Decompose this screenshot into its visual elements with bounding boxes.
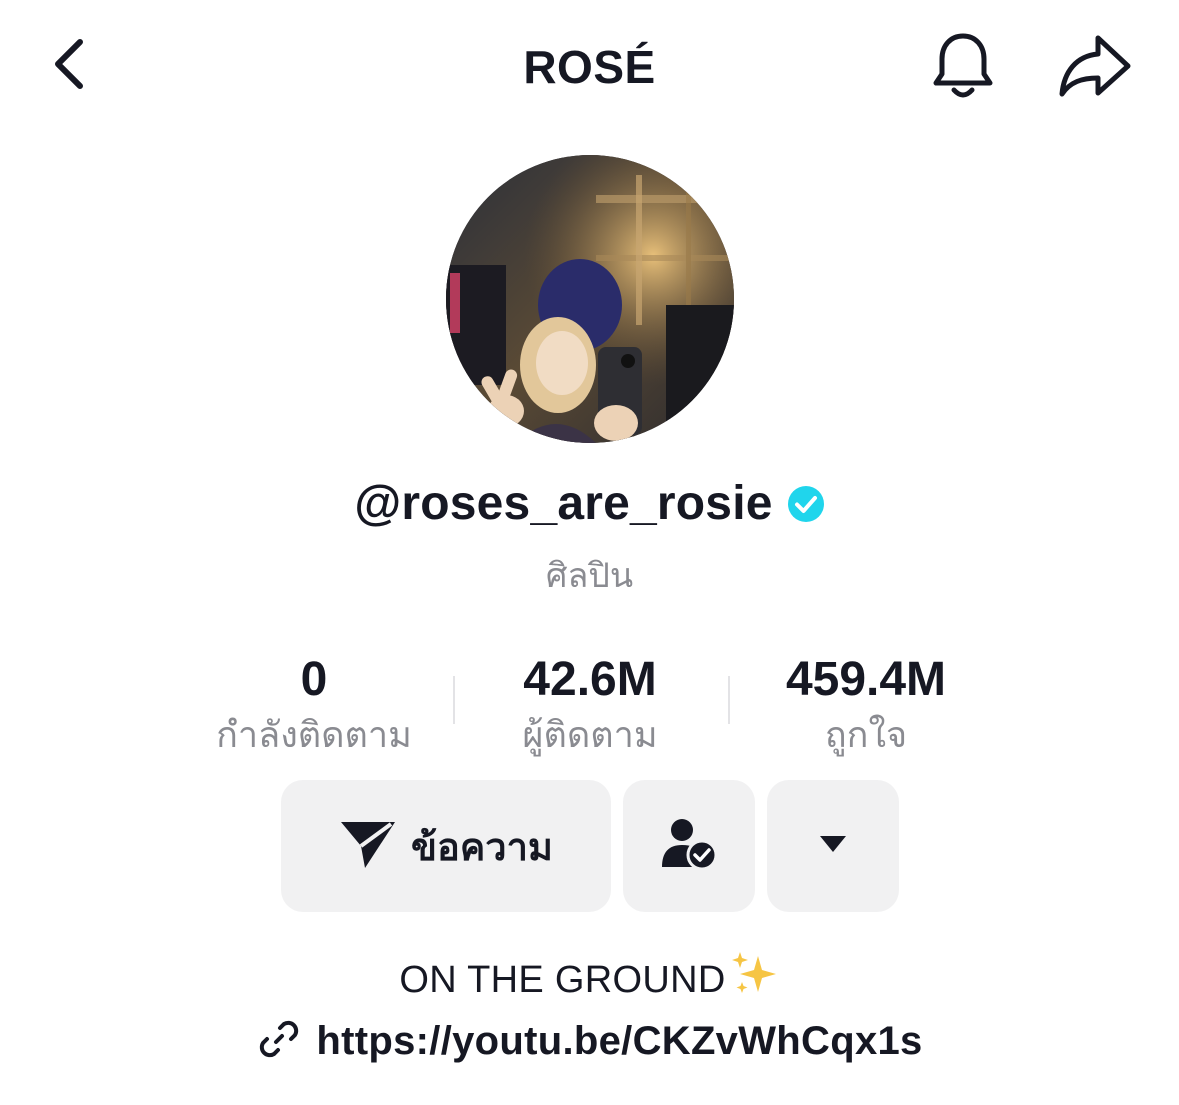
- back-button[interactable]: [36, 30, 100, 102]
- verified-badge-icon: [787, 485, 825, 523]
- likes-count: 459.4M: [785, 653, 947, 706]
- username: @roses_are_rosie: [354, 477, 773, 530]
- suggested-accounts-button[interactable]: [767, 780, 899, 912]
- avatar-photo: [446, 155, 734, 443]
- send-icon: [339, 818, 397, 875]
- message-button-label: ข้อความ: [411, 826, 553, 869]
- link-icon: [256, 1016, 302, 1067]
- following-label: กำลังติดตาม: [216, 714, 412, 755]
- bio-link-url: https://youtu.be/CKZvWhCqx1s: [316, 1019, 923, 1063]
- bio-link[interactable]: https://youtu.be/CKZvWhCqx1s: [0, 1016, 1179, 1067]
- stat-following[interactable]: 0 กำลังติดตาม: [204, 652, 424, 760]
- stat-likes[interactable]: 459.4M ถูกใจ: [752, 652, 980, 760]
- following-count: 0: [300, 653, 328, 706]
- message-button[interactable]: ข้อความ: [281, 780, 611, 912]
- profile-page: ROSÉ @roses_are_rosie ศิลปิน 0 กำลังติดต…: [0, 0, 1179, 1105]
- stat-followers[interactable]: 42.6M ผู้ติดตาม: [490, 652, 690, 760]
- profile-stats: 0 กำลังติดตาม 42.6M ผู้ติดตาม 459.4M ถูก…: [0, 652, 1179, 762]
- account-category: ศิลปิน: [545, 557, 634, 595]
- bio-text: ON THE GROUND: [0, 950, 1179, 1006]
- following-status-button[interactable]: [623, 780, 755, 912]
- stat-divider: [728, 676, 730, 724]
- followers-label: ผู้ติดตาม: [522, 714, 658, 755]
- caret-down-icon: [819, 835, 847, 858]
- bell-icon: [930, 30, 996, 107]
- share-icon: [1058, 32, 1132, 105]
- stat-divider: [453, 676, 455, 724]
- chevron-left-icon: [48, 36, 88, 97]
- likes-label: ถูกใจ: [824, 714, 908, 755]
- followers-count: 42.6M: [523, 653, 657, 706]
- share-button[interactable]: [1052, 28, 1138, 108]
- notifications-button[interactable]: [922, 28, 1004, 108]
- bio-line: ON THE GROUND: [399, 959, 726, 1001]
- username-row: @roses_are_rosie: [0, 476, 1179, 531]
- user-check-icon: [660, 817, 718, 876]
- sparkles-icon: [730, 950, 780, 1006]
- profile-avatar[interactable]: [446, 155, 734, 443]
